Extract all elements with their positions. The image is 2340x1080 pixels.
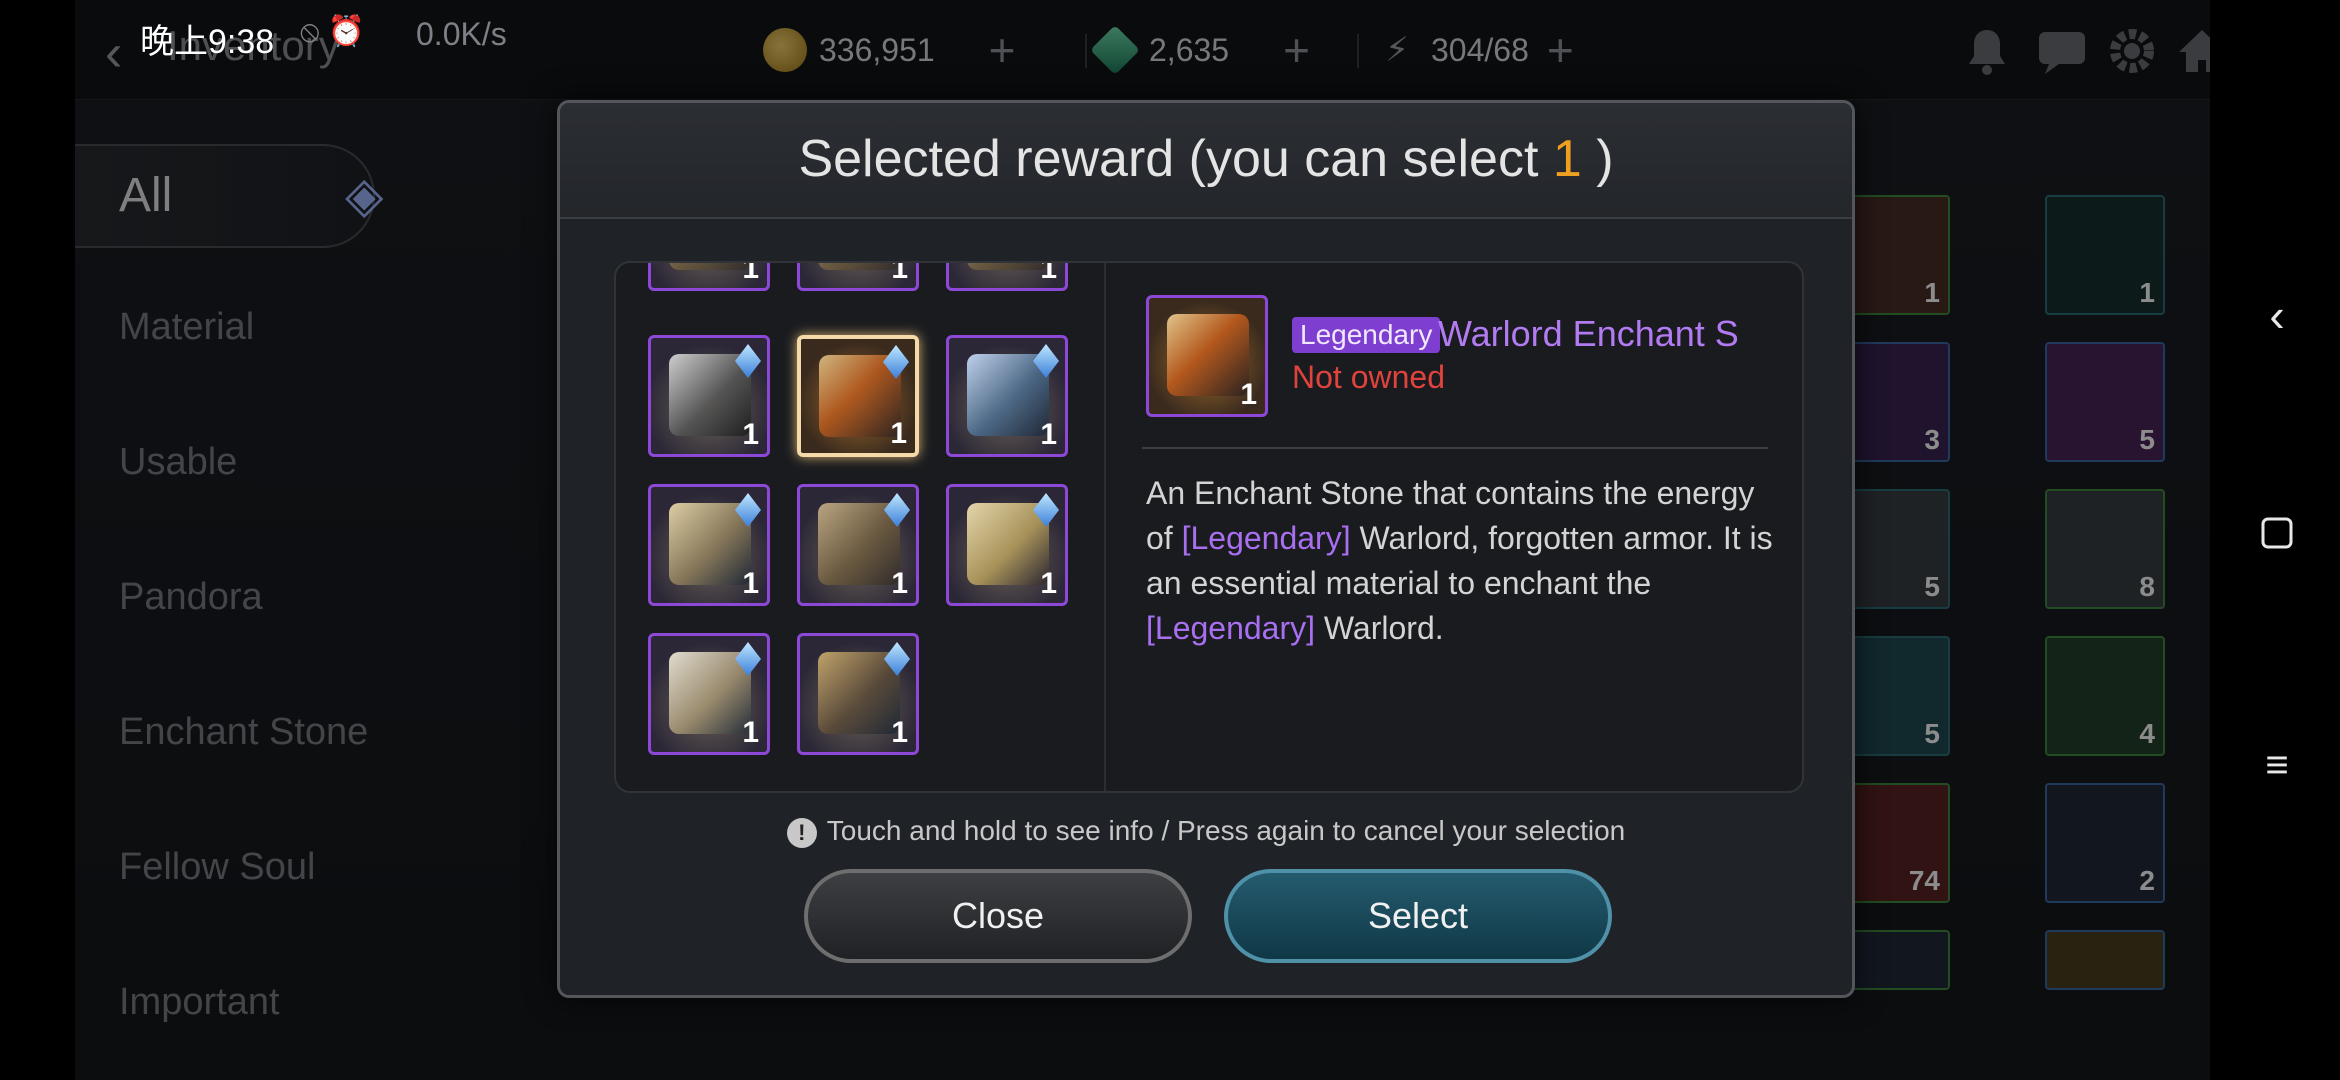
ownership-status: Not owned <box>1292 359 1445 395</box>
reward-detail-panel: 1 Legendary Warlord Enchant S Not owned … <box>1106 263 1802 791</box>
system-status-bar: 晚上9:38 ⦸ ⏰ 0.0K/s <box>0 0 2340 70</box>
close-button[interactable]: Close <box>804 869 1192 963</box>
nav-back-icon[interactable]: ‹ <box>2252 290 2302 340</box>
selected-reward-dialog: Selected reward (you can select 1 ) 1 1 … <box>557 100 1855 998</box>
reward-slot[interactable]: 1 <box>648 633 770 755</box>
item-name: Warlord Enchant S <box>1438 313 1739 354</box>
reward-slot[interactable]: 1 <box>648 335 770 457</box>
nav-home-icon[interactable] <box>2252 515 2302 565</box>
network-speed: 0.0K/s <box>416 16 507 52</box>
grade-badge: Legendary <box>1292 317 1441 353</box>
reward-slot[interactable]: 1 <box>797 484 919 606</box>
reward-slot[interactable]: 1 <box>648 263 770 291</box>
title-text: Selected reward (you can select <box>798 130 1539 188</box>
dialog-title: Selected reward (you can select 1 ) <box>560 129 1852 189</box>
reward-item-list[interactable]: 1 1 1 1 1 1 1 1 1 1 1 <box>616 263 1106 791</box>
reward-slot[interactable]: 1 <box>797 263 919 291</box>
reward-slot-selected[interactable]: 1 <box>797 335 919 457</box>
hint-text: ! Touch and hold to see info / Press agai… <box>560 815 1852 848</box>
nav-menu-icon[interactable]: ≡ <box>2252 740 2302 790</box>
reward-slot[interactable]: 1 <box>946 263 1068 291</box>
item-description: An Enchant Stone that contains the energ… <box>1146 475 1773 646</box>
reward-slot[interactable]: 1 <box>946 335 1068 457</box>
select-button[interactable]: Select <box>1224 869 1612 963</box>
dialog-header: Selected reward (you can select 1 ) <box>560 103 1852 219</box>
clock: 晚上9:38 <box>140 23 275 61</box>
detail-item-icon: 1 <box>1146 295 1268 417</box>
reward-slot[interactable]: 1 <box>648 484 770 606</box>
reward-slot[interactable]: 1 <box>797 633 919 755</box>
info-icon: ! <box>786 817 817 848</box>
reward-content: 1 1 1 1 1 1 1 1 1 1 1 1 Legendary Warlor… <box>614 261 1804 793</box>
divider <box>1142 447 1768 449</box>
status-icons: ⦸ ⏰ <box>300 15 366 48</box>
title-close-paren: ) <box>1596 130 1614 188</box>
system-nav-bar: ‹ ≡ <box>2210 0 2340 1080</box>
screen: ‹ Inventory 336,951 + 2,635 + ⚡ 304/68 + <box>0 0 2340 1080</box>
reward-slot[interactable]: 1 <box>946 484 1068 606</box>
selectable-count: 1 <box>1552 130 1582 188</box>
